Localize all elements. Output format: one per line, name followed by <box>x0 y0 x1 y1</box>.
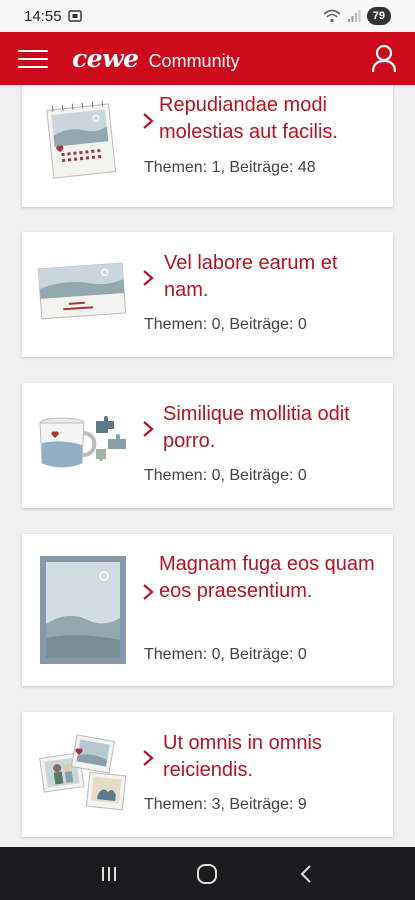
chevron-right-icon <box>143 750 154 766</box>
forum-title[interactable]: Similique mollitia odit porro. <box>163 401 379 455</box>
forum-card[interactable]: Vel labore earum et nam. Themen: 0, Beit… <box>22 232 393 357</box>
forum-meta: Themen: 0, Beiträge: 0 <box>144 316 307 333</box>
chevron-right-icon <box>143 421 154 437</box>
forum-title[interactable]: Ut omnis in omnis reiciendis. <box>163 730 379 784</box>
home-icon <box>197 863 218 884</box>
chevron-right-icon <box>143 270 154 286</box>
forum-list: Repudiandae modi molestias aut facilis. … <box>0 85 415 847</box>
forum-title[interactable]: Magnam fuga eos quam eos praesentium. <box>159 551 379 605</box>
home-button[interactable] <box>195 862 219 886</box>
menu-icon[interactable] <box>18 47 48 71</box>
forum-meta: Themen: 1, Beiträge: 48 <box>144 159 316 176</box>
app-bar: cewe Community <box>0 32 415 85</box>
forum-card[interactable]: Similique mollitia odit porro. Themen: 0… <box>22 383 393 508</box>
recent-apps-icon <box>102 866 117 881</box>
forum-card[interactable]: Ut omnis in omnis reiciendis. Themen: 3,… <box>22 712 393 837</box>
forum-title[interactable]: Repudiandae modi molestias aut facilis. <box>159 92 379 146</box>
forum-meta: Themen: 3, Beiträge: 9 <box>144 796 307 813</box>
wifi-icon <box>323 9 341 23</box>
system-nav-bar <box>0 847 415 900</box>
forum-card[interactable]: Magnam fuga eos quam eos praesentium. Th… <box>22 534 393 686</box>
calendar-illustration-icon <box>46 100 117 179</box>
forum-title[interactable]: Vel labore earum et nam. <box>164 250 379 304</box>
screenshot-icon <box>67 10 82 22</box>
status-time: 14:55 <box>24 7 62 25</box>
forum-card[interactable]: Repudiandae modi molestias aut facilis. … <box>22 85 393 207</box>
poster-illustration-icon <box>40 556 126 664</box>
user-icon[interactable] <box>371 44 397 74</box>
brand-logo: cewe <box>72 44 139 73</box>
back-button[interactable] <box>294 862 318 886</box>
battery-indicator: 79 <box>366 7 391 25</box>
forum-meta: Themen: 0, Beiträge: 0 <box>144 467 307 484</box>
chevron-right-icon <box>143 113 154 129</box>
status-bar: 14:55 79 <box>0 0 415 32</box>
photos-illustration-icon <box>39 734 127 811</box>
brand[interactable]: cewe Community <box>72 44 240 73</box>
chevron-right-icon <box>143 584 154 600</box>
back-icon <box>300 864 311 883</box>
mug-puzzle-illustration-icon <box>39 416 126 468</box>
forum-meta: Themen: 0, Beiträge: 0 <box>144 646 307 663</box>
recent-apps-button[interactable] <box>97 862 121 886</box>
signal-icon <box>347 10 361 22</box>
brand-section: Community <box>148 51 240 71</box>
card-illustration-icon <box>37 262 126 320</box>
